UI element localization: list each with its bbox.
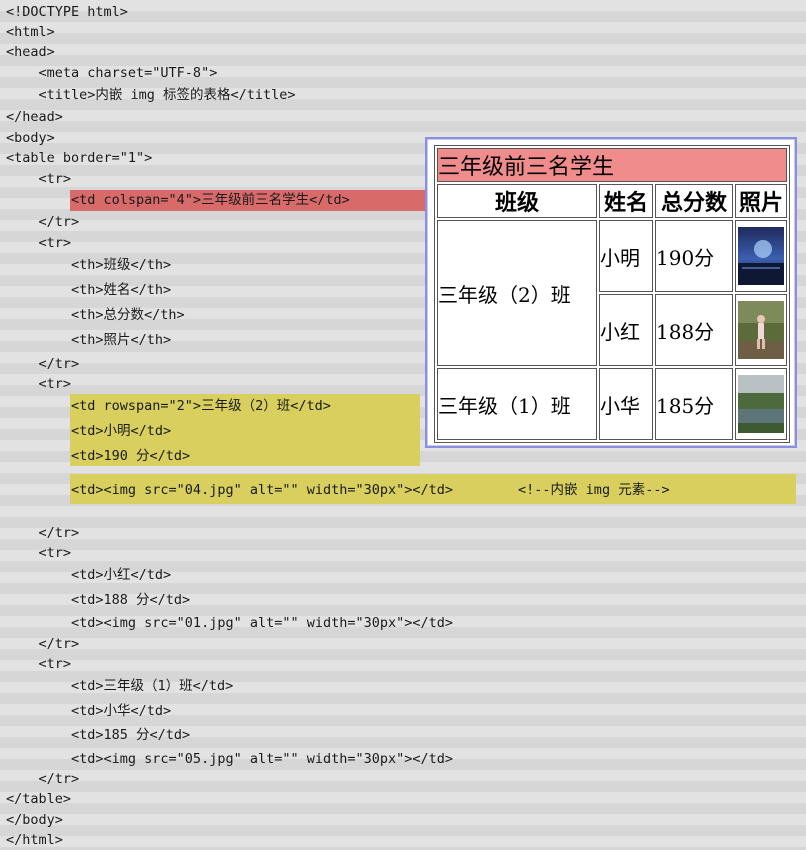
code-line: </tr>: [6, 356, 80, 372]
code-line: </html>: [6, 832, 63, 848]
code-line: <td>小明</td>: [6, 423, 172, 439]
header-photo: 照片: [735, 184, 787, 218]
code-line: <body>: [6, 130, 55, 146]
code-line: <tr>: [6, 656, 72, 672]
name-cell: 小红: [599, 294, 653, 366]
code-line: <td>188 分</td>: [6, 592, 191, 608]
code-line: <td>小红</td>: [6, 567, 172, 583]
photo-girl-outdoor-image: [738, 301, 784, 359]
code-line: <th>姓名</th>: [6, 282, 172, 298]
code-line: <meta charset="UTF-8">: [6, 65, 218, 81]
code-line: <th>照片</th>: [6, 332, 172, 348]
code-line: <td colspan="4">三年级前三名学生</td>: [6, 192, 350, 208]
code-line: </head>: [6, 109, 63, 125]
score-cell: 185分: [655, 368, 733, 440]
name-cell: 小明: [599, 220, 653, 292]
code-line: <td>小华</td>: [6, 703, 172, 719]
class-cell: 三年级（1）班: [437, 368, 597, 440]
table-title: 三年级前三名学生: [437, 148, 787, 182]
code-line: <tr>: [6, 545, 72, 561]
photo-lake-night-image: [738, 227, 784, 285]
code-line: </tr>: [6, 636, 80, 652]
code-line: <html>: [6, 24, 55, 40]
code-line: <td><img src="05.jpg" alt="" width="30px…: [6, 751, 454, 767]
header-score: 总分数: [655, 184, 733, 218]
code-line: <td>三年级（1）班</td>: [6, 678, 234, 694]
code-line: </tr>: [6, 525, 80, 541]
code-line: <!DOCTYPE html>: [6, 4, 128, 20]
code-line: <td rowspan="2">三年级（2）班</td>: [6, 398, 331, 414]
code-line: </tr>: [6, 214, 80, 230]
code-line: <td><img src="04.jpg" alt="" width="30px…: [6, 482, 670, 498]
rendered-table-preview: 三年级前三名学生 班级 姓名 总分数 照片 三年级（2）班 小明 190分 小红…: [425, 137, 797, 448]
code-line: <tr>: [6, 235, 72, 251]
score-cell: 190分: [655, 220, 733, 292]
photo-lake-trees-image: [738, 375, 784, 433]
photo-cell: [735, 368, 787, 440]
photo-cell: [735, 220, 787, 292]
code-line: </tr>: [6, 771, 80, 787]
code-line: <th>班级</th>: [6, 257, 172, 273]
code-line: <tr>: [6, 171, 72, 187]
class-cell: 三年级（2）班: [437, 220, 597, 366]
code-line: <title>内嵌 img 标签的表格</title>: [6, 87, 296, 103]
code-line: <td>185 分</td>: [6, 727, 191, 743]
name-cell: 小华: [599, 368, 653, 440]
code-line: <tr>: [6, 376, 72, 392]
score-cell: 188分: [655, 294, 733, 366]
code-line: <td>190 分</td>: [6, 448, 191, 464]
code-line: <th>总分数</th>: [6, 307, 185, 323]
code-line: <head>: [6, 44, 55, 60]
code-line: </table>: [6, 791, 72, 807]
header-name: 姓名: [599, 184, 653, 218]
photo-cell: [735, 294, 787, 366]
header-class: 班级: [437, 184, 597, 218]
rendered-table: 三年级前三名学生 班级 姓名 总分数 照片 三年级（2）班 小明 190分 小红…: [434, 145, 790, 443]
code-line: <td><img src="01.jpg" alt="" width="30px…: [6, 615, 454, 631]
code-line: </body>: [6, 812, 63, 828]
code-line: <table border="1">: [6, 150, 153, 166]
